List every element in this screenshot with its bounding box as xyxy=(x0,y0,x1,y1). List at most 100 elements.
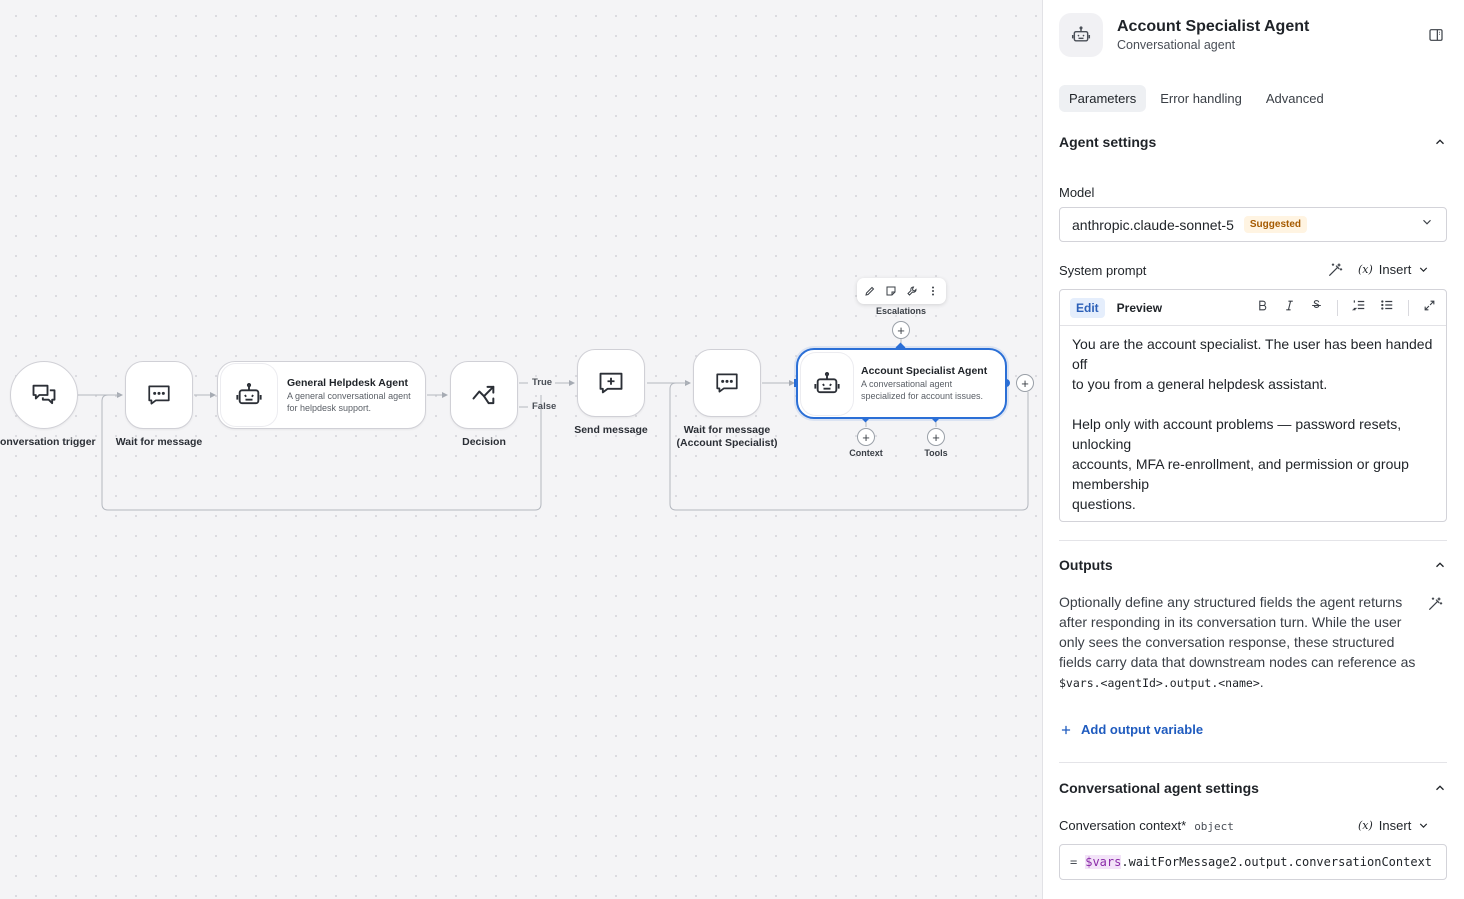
branch-trend-icon xyxy=(472,385,495,405)
plus-glyph: + xyxy=(932,429,940,445)
bullet-list-icon[interactable] xyxy=(1380,298,1394,317)
node-general-helpdesk-agent[interactable]: General Helpdesk Agent A general convers… xyxy=(217,361,426,429)
chevron-up-icon xyxy=(1436,785,1444,791)
variable-fx-icon: (x) xyxy=(1358,263,1373,276)
ordered-list-icon[interactable] xyxy=(1351,298,1366,317)
italic-icon[interactable] xyxy=(1283,299,1296,317)
node-conversation-trigger[interactable] xyxy=(10,361,78,429)
tab-parameters[interactable]: Parameters xyxy=(1059,85,1147,112)
chevron-down-icon xyxy=(1420,215,1434,234)
prompt-line: to you from a general helpdesk assistant… xyxy=(1072,376,1328,392)
more-vertical-icon[interactable] xyxy=(926,284,940,298)
section-title: Conversational agent settings xyxy=(1059,780,1259,796)
node-label-wait-for-message: Wait for message xyxy=(115,436,203,448)
add-output-variable-button[interactable]: Add output variable xyxy=(1059,722,1203,737)
port-label-escalations: Escalations xyxy=(875,306,927,316)
variable-fx-icon: (x) xyxy=(1358,819,1373,832)
robot-icon xyxy=(1071,26,1091,42)
magic-wand-icon[interactable] xyxy=(1327,262,1343,283)
chevron-up-icon xyxy=(1436,139,1444,145)
context-name: Conversation context* xyxy=(1059,818,1186,833)
context-type: object xyxy=(1194,820,1234,833)
panel-avatar xyxy=(1059,13,1103,57)
wrench-icon[interactable] xyxy=(905,284,919,298)
bold-icon[interactable] xyxy=(1256,299,1269,317)
panel-header: Account Specialist Agent Conversational … xyxy=(1059,13,1309,57)
suggested-badge: Suggested xyxy=(1243,216,1308,233)
outputs-header[interactable]: Outputs xyxy=(1059,557,1447,573)
agent-icon-box xyxy=(801,352,853,415)
node-title: General Helpdesk Agent xyxy=(287,376,408,389)
section-title: Agent settings xyxy=(1059,134,1157,150)
agent-settings-header[interactable]: Agent settings xyxy=(1059,134,1447,150)
workflow-canvas[interactable]: Conversation trigger Wait for message Ge… xyxy=(0,0,1042,899)
insert-label: Insert xyxy=(1378,262,1412,277)
required-marker: * xyxy=(1181,818,1187,833)
outputs-description: Optionally define any structured fields … xyxy=(1059,592,1419,693)
node-title: Account Specialist Agent xyxy=(861,365,988,377)
edge-label-false: False xyxy=(532,401,557,412)
node-account-specialist-agent[interactable]: Account Specialist Agent A conversationa… xyxy=(796,348,1007,419)
tab-error-handling[interactable]: Error handling xyxy=(1150,85,1252,112)
magic-wand-icon[interactable] xyxy=(1427,596,1443,617)
panel-layout-icon[interactable] xyxy=(1428,27,1444,48)
add-context-button[interactable]: + xyxy=(857,428,875,446)
context-insert-button[interactable]: (x) Insert xyxy=(1358,818,1430,833)
node-label-wait-for-message-specialist: Wait for message (Account Specialist) xyxy=(676,424,778,449)
editor-toolbar: Edit Preview xyxy=(1060,290,1446,326)
toolbar-separator xyxy=(1408,299,1409,316)
node-wait-for-message-specialist[interactable] xyxy=(693,349,761,417)
model-select[interactable]: anthropic.claude-sonnet-5 Suggested xyxy=(1059,207,1447,242)
expression-path: .waitForMessage2.output.conversationCont… xyxy=(1121,855,1433,869)
plus-glyph: + xyxy=(897,322,905,338)
node-toolbar xyxy=(857,278,946,304)
node-description: A conversational agent specialized for a… xyxy=(861,379,984,401)
node-decision[interactable] xyxy=(450,361,518,429)
add-output-label: Add output variable xyxy=(1081,722,1204,737)
pencil-icon[interactable] xyxy=(863,284,877,298)
strikethrough-icon[interactable] xyxy=(1310,299,1323,317)
node-send-message[interactable] xyxy=(577,349,645,417)
message-dots-icon xyxy=(148,385,170,405)
chat-bubbles-icon xyxy=(32,384,56,405)
section-divider xyxy=(1059,540,1447,541)
plus-icon xyxy=(1061,725,1071,734)
expression-equals: = xyxy=(1070,855,1078,869)
node-wait-for-message[interactable] xyxy=(125,361,193,429)
panel-title: Account Specialist Agent xyxy=(1117,18,1310,35)
system-prompt-label: System prompt xyxy=(1059,263,1147,278)
add-next-node-button[interactable]: + xyxy=(1016,374,1034,392)
edge-label-true: True xyxy=(532,377,553,388)
prompt-line: Help only with account problems — passwo… xyxy=(1072,416,1402,452)
conversation-context-input[interactable]: = $vars .waitForMessage2.output.conversa… xyxy=(1059,844,1447,880)
robot-icon xyxy=(814,371,840,393)
toolbar-separator xyxy=(1337,299,1338,316)
prompt-line: questions. xyxy=(1072,496,1136,512)
editor-tab-edit[interactable]: Edit xyxy=(1070,297,1105,318)
node-label-conversation-trigger: Conversation trigger xyxy=(0,436,96,448)
editor-tab-preview[interactable]: Preview xyxy=(1111,298,1168,318)
system-prompt-editor: Edit Preview You are the account special… xyxy=(1059,289,1447,522)
expression-variable: $vars xyxy=(1085,855,1122,869)
system-prompt-text[interactable]: You are the account specialist. The user… xyxy=(1060,326,1446,521)
add-tools-button[interactable]: + xyxy=(927,428,945,446)
message-plus-icon xyxy=(599,372,623,394)
add-escalation-button[interactable]: + xyxy=(892,321,910,339)
system-prompt-insert-button[interactable]: (x) Insert xyxy=(1358,262,1430,277)
panel-tabs: Parameters Error handling Advanced xyxy=(1059,85,1334,112)
model-label: Model xyxy=(1059,185,1095,200)
panel-subtitle: Conversational agent xyxy=(1117,38,1236,52)
context-label-text: Conversation context xyxy=(1059,818,1182,833)
node-description: A general conversational agent for helpd… xyxy=(287,390,411,413)
section-title: Outputs xyxy=(1059,557,1113,573)
prompt-line: accounts, MFA re-enrollment, and permiss… xyxy=(1072,456,1409,492)
sticky-note-icon[interactable] xyxy=(884,284,898,298)
plus-glyph: + xyxy=(862,429,870,445)
port-label-context: Context xyxy=(849,448,883,458)
section-divider xyxy=(1059,762,1447,763)
outputs-text: Optionally define any structured fields … xyxy=(1059,594,1416,670)
tab-advanced[interactable]: Advanced xyxy=(1256,85,1334,112)
conversational-settings-header[interactable]: Conversational agent settings xyxy=(1059,780,1447,796)
outputs-period: . xyxy=(1259,674,1264,690)
expand-icon[interactable] xyxy=(1423,299,1436,317)
